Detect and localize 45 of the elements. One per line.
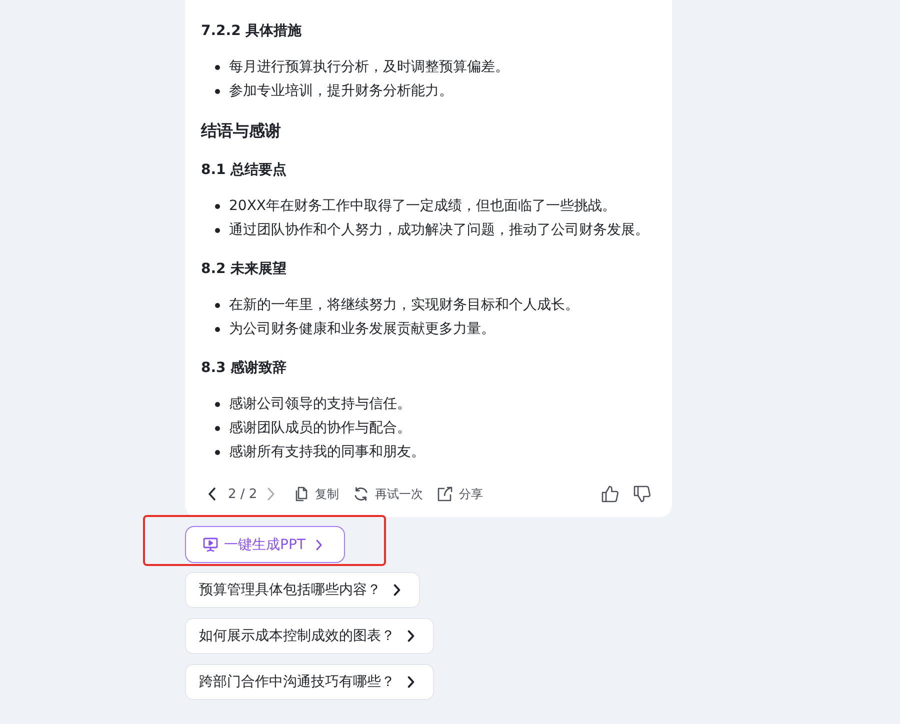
chevron-right-icon bbox=[266, 487, 276, 501]
chevron-right-icon bbox=[407, 630, 415, 642]
list-item-text: 参加专业培训，提升财务分析能力。 bbox=[229, 82, 453, 101]
bullet-icon bbox=[215, 204, 220, 208]
subsection-heading: 8.1 总结要点 bbox=[201, 161, 288, 180]
subsection-heading: 7.2.2 具体措施 bbox=[201, 22, 303, 41]
like-button[interactable] bbox=[601, 485, 619, 503]
list-item-text: 在新的一年里，将继续努力，实现财务目标和个人成长。 bbox=[229, 296, 579, 315]
dislike-button[interactable] bbox=[633, 485, 651, 503]
share-icon bbox=[437, 486, 454, 502]
bullet-icon bbox=[215, 228, 220, 232]
retry-button[interactable]: 再试一次 bbox=[353, 483, 424, 505]
suggestion-chip[interactable]: 如何展示成本控制成效的图表？ bbox=[185, 618, 434, 654]
bullet-icon bbox=[215, 326, 220, 332]
subsection-heading: 8.3 感谢致辞 bbox=[201, 359, 288, 378]
list-item-text: 20XX年在财务工作中取得了一定成绩，但也面临了一些挑战。 bbox=[229, 197, 616, 216]
suggestion-chip[interactable]: 预算管理具体包括哪些内容？ bbox=[185, 572, 420, 608]
list-item-text: 为公司财务健康和业务发展贡献更多力量。 bbox=[229, 320, 495, 339]
bullet-icon bbox=[215, 402, 220, 406]
thumbs-down-icon bbox=[633, 485, 651, 503]
refresh-icon bbox=[353, 486, 370, 502]
copy-button[interactable]: 复制 bbox=[293, 483, 340, 505]
list-item-text: 感谢公司领导的支持与信任。 bbox=[229, 395, 411, 414]
chevron-right-icon bbox=[393, 584, 401, 596]
copy-icon bbox=[293, 486, 310, 502]
bullet-icon bbox=[215, 426, 220, 430]
chevron-right-icon bbox=[407, 676, 415, 688]
list-item-text: 感谢团队成员的协作与配合。 bbox=[229, 419, 411, 438]
bullet-icon bbox=[215, 88, 220, 94]
chevron-right-icon bbox=[315, 538, 324, 550]
list-item-text: 感谢所有支持我的同事和朋友。 bbox=[229, 443, 425, 462]
generate-ppt-button[interactable]: 一键生成PPT bbox=[185, 526, 345, 563]
bullet-icon bbox=[215, 450, 220, 454]
thumbs-up-icon bbox=[601, 485, 619, 503]
suggestion-chip[interactable]: 跨部门合作中沟通技巧有哪些？ bbox=[185, 664, 434, 700]
page-counter: 2 / 2 bbox=[228, 486, 258, 502]
bullet-icon bbox=[215, 64, 220, 70]
share-button[interactable]: 分享 bbox=[437, 483, 484, 505]
subsection-heading: 8.2 未来展望 bbox=[201, 260, 288, 279]
presentation-icon bbox=[203, 537, 218, 552]
section-heading: 结语与感谢 bbox=[201, 120, 282, 142]
list-item-text: 通过团队协作和个人努力，成功解决了问题，推动了公司财务发展。 bbox=[229, 221, 649, 240]
chevron-left-icon bbox=[207, 487, 217, 501]
bullet-icon bbox=[215, 302, 220, 308]
list-item-text: 每月进行预算执行分析，及时调整预算偏差。 bbox=[229, 58, 509, 77]
